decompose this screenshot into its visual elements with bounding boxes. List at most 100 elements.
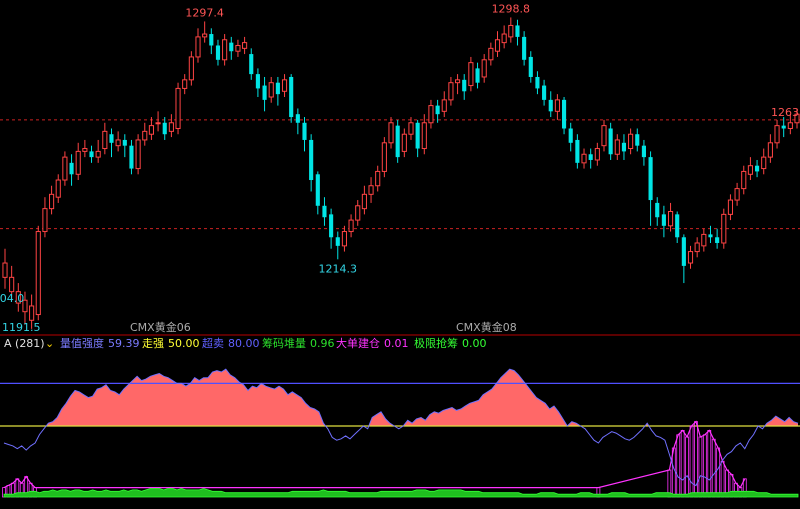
candle-body-up xyxy=(242,42,248,49)
candle-body-down xyxy=(315,174,320,206)
candle-body-up xyxy=(468,62,474,87)
candle-body-up xyxy=(787,122,793,129)
candle xyxy=(395,119,400,163)
strength-area-fill xyxy=(46,369,799,426)
legend-value-overbought: 80.00 xyxy=(228,337,260,350)
candle-body-down xyxy=(675,214,680,238)
candle-body-down xyxy=(395,125,400,158)
candle-body-up xyxy=(441,99,447,112)
candle-body-up xyxy=(741,170,747,190)
candle-body-up xyxy=(135,139,141,170)
candle-body-up xyxy=(348,219,354,233)
candle xyxy=(381,137,387,178)
big-build-bar xyxy=(716,447,721,498)
legend-label-big-build: 大单建仓 xyxy=(336,336,380,350)
candle-body-down xyxy=(528,56,533,77)
candle-body-down xyxy=(621,142,627,152)
price-annotation-high: 1298.8 xyxy=(492,2,531,15)
candle-body-down xyxy=(568,128,573,143)
candle-body-up xyxy=(361,193,367,210)
candle-body-up xyxy=(481,59,487,78)
price-annotation-low: 1204.0 xyxy=(0,292,24,305)
candle-body-up xyxy=(155,122,161,125)
candle-body-up xyxy=(727,199,734,215)
legend-value-chip-add: 0.96 xyxy=(310,337,335,350)
candle-body-down xyxy=(249,54,254,75)
candle-body-up xyxy=(628,133,634,150)
candle-body-down xyxy=(129,145,134,169)
contract-label-2: CMX黄金08 xyxy=(456,320,517,334)
candle-body-up xyxy=(148,125,154,135)
candle-body-up xyxy=(82,148,88,152)
candle-body-down xyxy=(215,45,221,60)
candle-body-down xyxy=(535,76,540,89)
candle-body-up xyxy=(488,47,494,61)
candle-body-up xyxy=(42,208,48,233)
candle-body-up xyxy=(49,193,55,210)
big-build-curve xyxy=(3,420,746,489)
candle-body-up xyxy=(341,231,347,247)
candle-body-down xyxy=(522,36,527,60)
candle-body-down xyxy=(322,205,327,218)
candle-body-up xyxy=(747,165,753,175)
candle-body-down xyxy=(289,76,294,118)
chip-add-area xyxy=(3,488,799,498)
candle-body-up xyxy=(554,99,560,112)
candle-body-up xyxy=(35,231,41,316)
candle-body-up xyxy=(721,213,727,244)
candle-body-up xyxy=(168,122,174,132)
candle-body-up xyxy=(2,262,8,278)
big-build-bar xyxy=(689,425,694,498)
candle-body-up xyxy=(667,211,674,227)
candle-body-down xyxy=(655,202,660,218)
candle-body-down xyxy=(755,165,760,172)
candle-body-down xyxy=(548,99,553,112)
legend-value-limit-grab: 0.00 xyxy=(462,337,487,350)
candle xyxy=(175,82,181,135)
price-panel-background xyxy=(0,0,800,332)
candle-body-down xyxy=(89,151,94,158)
candle-body-down xyxy=(302,122,307,140)
candle-body-up xyxy=(95,150,101,158)
candle-body-up xyxy=(501,33,507,44)
candle-body-up xyxy=(508,24,514,38)
candle-body-down xyxy=(209,34,214,46)
candle-body-up xyxy=(694,242,700,253)
candle-body-down xyxy=(635,134,640,146)
svg-text:量值强度59.39: 量值强度 59.39 xyxy=(60,336,140,350)
candle-body-up xyxy=(701,233,707,247)
candle-body-down xyxy=(329,214,334,238)
candle-body-up xyxy=(355,205,361,221)
legend-label-walk: 走强 xyxy=(142,337,164,350)
candle-body-up xyxy=(281,79,288,92)
big-build-bar xyxy=(698,436,703,498)
candle-body-up xyxy=(401,133,407,152)
candle-body-down xyxy=(255,74,260,89)
candle-body-up xyxy=(62,156,68,181)
indicator-dropdown-icon[interactable]: ⌄ xyxy=(45,337,54,350)
legend-label-overbought: 超卖 xyxy=(202,336,224,350)
candle-body-up xyxy=(175,87,181,129)
price-annotation-high: 1297.4 xyxy=(185,6,224,19)
candle-body-down xyxy=(262,85,267,100)
candle-body-up xyxy=(188,56,194,81)
candle-body-up xyxy=(182,79,188,89)
candle-body-down xyxy=(781,125,786,129)
candle-body-up xyxy=(388,122,394,144)
big-build-bar xyxy=(711,438,716,498)
candle-body-down xyxy=(608,128,613,155)
indicator-header: A (281) ⌄ 量值强度 59.39 走强 50.00 超卖 80.00 筹码堆量… xyxy=(4,336,487,350)
candle-body-down xyxy=(122,139,127,146)
candle-body-up xyxy=(428,105,434,124)
candle-body-up xyxy=(102,130,108,150)
candle xyxy=(721,208,727,249)
candle-body-down xyxy=(462,79,467,92)
candle-body-down xyxy=(475,68,480,83)
indicator-name[interactable]: A (281) xyxy=(4,337,45,350)
candle-body-down xyxy=(542,85,547,100)
candle-body-up xyxy=(448,82,454,101)
svg-text:超卖80.00: 超卖 80.00 xyxy=(202,336,260,350)
candle-body-up xyxy=(734,188,740,201)
big-build-bar xyxy=(720,460,725,498)
candle-body-down xyxy=(575,139,580,163)
